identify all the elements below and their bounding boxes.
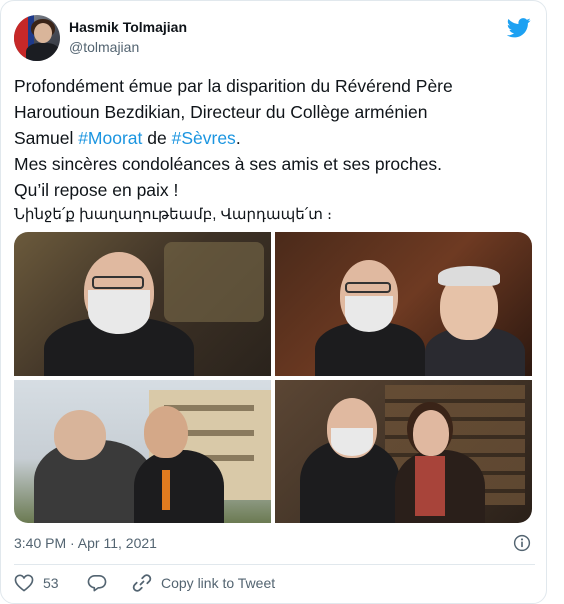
info-icon[interactable]: [513, 534, 531, 552]
photo-2[interactable]: [275, 232, 532, 376]
link-icon[interactable]: [132, 573, 152, 593]
tweet-line: Profondément émue par la disparition du …: [14, 76, 453, 96]
author-handle[interactable]: @tolmajian: [69, 39, 139, 55]
photo-grid: [14, 232, 532, 523]
photo-1[interactable]: [14, 232, 271, 376]
tweet-timestamp[interactable]: 3:40 PM · Apr 11, 2021: [14, 535, 157, 551]
author-name[interactable]: Hasmik Tolmajian: [69, 19, 187, 35]
hashtag-sevres[interactable]: #Sèvres: [172, 128, 236, 148]
photo-4[interactable]: [275, 380, 532, 523]
heart-icon[interactable]: [14, 574, 34, 592]
tweet-card: Hasmik Tolmajian @tolmajian Profondément…: [0, 0, 547, 604]
hashtag-moorat[interactable]: #Moorat: [78, 128, 142, 148]
photo-3[interactable]: [14, 380, 271, 523]
divider: [14, 564, 535, 565]
tweet-line: Haroutioun Bezdikian, Directeur du Collè…: [14, 102, 428, 122]
reply-icon[interactable]: [87, 574, 107, 592]
tweet-line-armenian: Նինջե՛ք խաղաղութեամբ, Վարդապե՛տ ։: [14, 206, 333, 223]
tweet-text-fragment: .: [235, 128, 241, 148]
twitter-bird-icon[interactable]: [507, 17, 531, 39]
tweet-line: Qu’il repose en paix !: [14, 180, 179, 200]
tweet-text: Profondément émue par la disparition du …: [14, 73, 534, 227]
avatar[interactable]: [14, 15, 60, 61]
tweet-text-fragment: Samuel: [14, 128, 79, 148]
tweet-text-fragment: de: [142, 128, 172, 148]
copy-link-button[interactable]: Copy link to Tweet: [161, 575, 275, 591]
tweet-line: Mes sincères condoléances à ses amis et …: [14, 154, 442, 174]
tweet-line: Samuel #Moorat de #Sèvres.: [14, 125, 534, 151]
like-count[interactable]: 53: [43, 575, 59, 591]
